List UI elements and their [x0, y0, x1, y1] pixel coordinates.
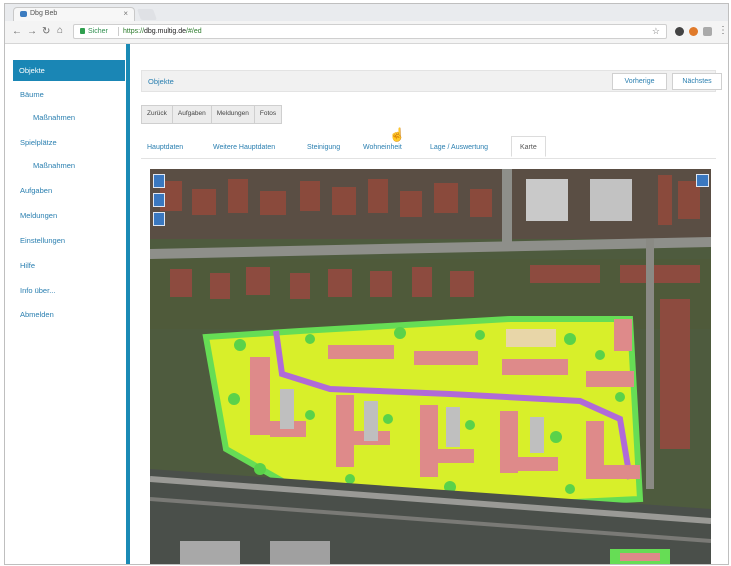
page-title: Objekte — [148, 77, 174, 86]
sidebar-item-massnahmen[interactable]: Maßnahmen — [33, 113, 75, 122]
reload-icon[interactable]: ↻ — [42, 26, 50, 37]
address-separator — [118, 27, 119, 36]
menu-dots-icon[interactable]: ⋮ — [718, 25, 728, 36]
address-bar[interactable]: Sicher https://dbg.multig.de/#/ed ☆ — [73, 24, 667, 39]
back-segment-button[interactable]: Zurück — [142, 106, 173, 123]
new-tab-button[interactable] — [136, 9, 158, 20]
map-zoom-icon[interactable] — [153, 193, 165, 207]
sidebar-item-baeume[interactable]: Bäume — [20, 90, 44, 99]
extension-icon[interactable] — [689, 27, 698, 36]
lock-icon — [80, 28, 85, 34]
sidebar-item-einstellungen[interactable]: Einstellungen — [20, 236, 65, 245]
security-label: Sicher — [88, 28, 108, 35]
extension-icon[interactable] — [703, 27, 712, 36]
map-tool-icon[interactable] — [153, 212, 165, 226]
tab-karte[interactable]: Karte — [511, 136, 546, 157]
sidebar-item-label: Objekte — [19, 66, 45, 75]
action-button-group: Zurück Aufgaben Meldungen Fotos — [141, 105, 283, 124]
forward-arrow-icon[interactable]: → — [27, 26, 37, 37]
tab-lage-auswertung[interactable]: Lage / Auswertung — [430, 144, 488, 151]
tab-steinigung[interactable]: Steinigung — [307, 144, 340, 151]
tab-wohneinheit[interactable]: Wohneinheit — [363, 144, 402, 151]
photos-segment-button[interactable]: Fotos — [255, 106, 281, 123]
browser-window: Dbg Beb × ← → ↻ ⌂ Sicher https://dbg.mul… — [4, 3, 729, 565]
object-header: Objekte Vorherige Nächstes — [141, 70, 722, 92]
tasks-segment-button[interactable]: Aufgaben — [173, 106, 212, 123]
main-content: Objekte Vorherige Nächstes Zurück Aufgab… — [131, 44, 728, 564]
sidebar-item-aufgaben[interactable]: Aufgaben — [20, 186, 52, 195]
sidebar-item-objekte[interactable]: Objekte — [13, 60, 125, 81]
hand-pointer-icon: ☝ — [389, 127, 406, 142]
tab-hauptdaten[interactable]: Hauptdaten — [147, 144, 183, 151]
sidebar-item-spielplaetze[interactable]: Spielplätze — [20, 138, 57, 147]
extension-icon[interactable] — [675, 27, 684, 36]
sidebar-divider — [126, 44, 130, 564]
sidebar-item-hilfe[interactable]: Hilfe — [20, 261, 35, 270]
back-arrow-icon[interactable]: ← — [12, 26, 22, 37]
browser-tab-title: Dbg Beb — [30, 10, 58, 17]
site-favicon-icon — [20, 11, 27, 17]
next-button[interactable]: Nächstes — [672, 73, 722, 90]
browser-tab[interactable]: Dbg Beb × — [13, 7, 135, 21]
map-layers-icon[interactable] — [153, 174, 165, 188]
url-text: https://dbg.multig.de/#/ed — [123, 28, 202, 35]
sidebar-item-massnahmen-2[interactable]: Maßnahmen — [33, 161, 75, 170]
aerial-map-image — [150, 169, 711, 564]
close-tab-icon[interactable]: × — [123, 9, 128, 18]
previous-button[interactable]: Vorherige — [612, 73, 667, 90]
sidebar — [5, 44, 126, 564]
sidebar-item-abmelden[interactable]: Abmelden — [20, 310, 54, 319]
browser-toolbar: ← → ↻ ⌂ Sicher https://dbg.multig.de/#/e… — [5, 21, 728, 44]
url-prefix: https:// — [123, 28, 145, 35]
map-menu-icon[interactable] — [696, 174, 709, 187]
home-icon[interactable]: ⌂ — [57, 25, 63, 36]
reports-segment-button[interactable]: Meldungen — [212, 106, 255, 123]
tab-weitere-hauptdaten[interactable]: Weitere Hauptdaten — [213, 144, 275, 151]
star-icon[interactable]: ☆ — [652, 26, 660, 37]
detail-tabs: Hauptdaten Weitere Hauptdaten Steinigung… — [141, 136, 716, 159]
sidebar-item-info[interactable]: Info über... — [20, 286, 55, 295]
sidebar-item-meldungen[interactable]: Meldungen — [20, 211, 57, 220]
url-domain: dbg.multig.de — [144, 28, 187, 35]
url-path: /#/ed — [186, 28, 202, 35]
browser-tab-strip: Dbg Beb × — [5, 4, 728, 21]
map-view[interactable] — [150, 169, 711, 564]
